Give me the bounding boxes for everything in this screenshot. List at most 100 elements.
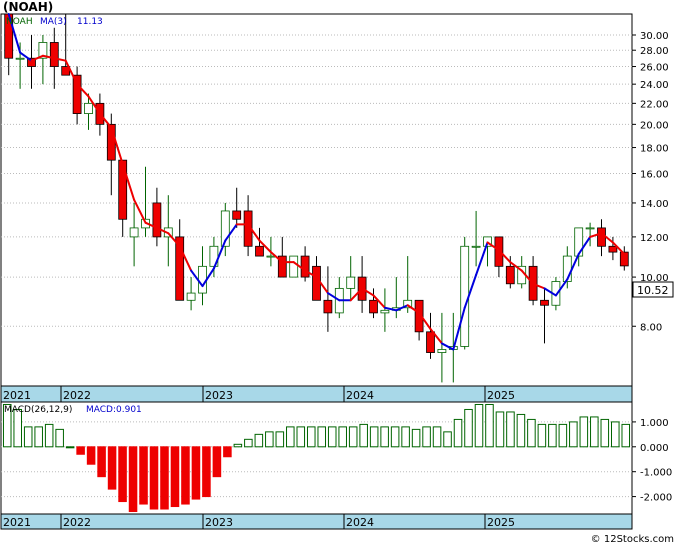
- candle-down: [426, 331, 435, 353]
- macd-bar-negative: [191, 446, 201, 500]
- macd-bar-negative: [86, 446, 96, 465]
- candle-down: [608, 245, 618, 253]
- macd-bar-positive: [44, 423, 54, 448]
- macd-bar-positive: [579, 416, 589, 448]
- candle-up: [289, 255, 299, 278]
- macd-bar-positive: [380, 426, 389, 448]
- macd-bar-positive: [55, 428, 64, 448]
- macd-bar-positive: [474, 403, 484, 448]
- price-tick-label: 18.00: [640, 144, 669, 155]
- macd-bar-positive: [464, 408, 473, 448]
- candle-up: [84, 102, 93, 114]
- candle-down: [72, 74, 82, 114]
- macd-bar-positive: [558, 423, 568, 448]
- candle-up: [460, 245, 470, 347]
- site-credit: © 12Stocks.com: [590, 534, 674, 545]
- macd-bar-positive: [317, 426, 327, 448]
- candle-down: [118, 159, 128, 220]
- price-tick-label: 22.00: [640, 99, 669, 110]
- macd-bar-positive: [537, 423, 547, 448]
- candle-up: [15, 57, 25, 60]
- price-tick-label: 28.00: [640, 46, 669, 57]
- candle-up: [346, 276, 356, 289]
- macd-bar-positive: [590, 416, 599, 448]
- macd-bar-positive: [516, 413, 526, 448]
- macd-panel-frame: [0, 401, 633, 515]
- macd-date-label: 2022: [63, 516, 91, 529]
- macd-bar-positive: [296, 426, 306, 448]
- macd-date-band: [0, 513, 633, 530]
- macd-date-label: 2024: [346, 516, 374, 529]
- price-tick-label: 24.00: [640, 80, 669, 91]
- macd-tick-label: -2.000: [640, 493, 672, 504]
- macd-bar-positive: [359, 423, 368, 448]
- macd-bar-negative: [170, 446, 180, 508]
- macd-bar-positive: [548, 423, 557, 448]
- macd-date-label: 2021: [3, 516, 31, 529]
- candle-up: [437, 349, 447, 353]
- macd-bar-positive: [65, 446, 75, 449]
- candle-up: [380, 309, 390, 314]
- macd-bar-positive: [495, 411, 505, 448]
- macd-bar-negative: [107, 446, 117, 490]
- macd-bar-negative: [212, 446, 222, 478]
- price-date-label: 2024: [346, 389, 374, 402]
- macd-bar-positive: [265, 431, 274, 448]
- macd-bar-positive: [443, 431, 452, 448]
- price-tick-label: 16.00: [640, 170, 669, 181]
- macd-bar-negative: [149, 446, 159, 510]
- stock-chart: 8.0010.0012.0014.0016.0018.0020.0022.002…: [0, 13, 674, 530]
- candle-down: [49, 42, 59, 67]
- macd-bar-positive: [275, 431, 285, 448]
- macd-bar-positive: [411, 428, 421, 448]
- macd-bar-negative: [128, 446, 138, 513]
- candle-down: [597, 227, 606, 247]
- candle-down: [494, 236, 504, 267]
- last-price-label: 10.52: [637, 284, 669, 297]
- price-tick-label: 12.00: [640, 233, 669, 244]
- candle-down: [323, 299, 333, 314]
- price-legend-ma-value: 11.13: [77, 17, 103, 27]
- macd-bar-positive: [569, 421, 578, 448]
- candle-up: [186, 292, 196, 301]
- macd-date-label: 2025: [487, 516, 515, 529]
- macd-bar-negative: [76, 446, 85, 455]
- price-tick-label: 14.00: [640, 199, 669, 210]
- macd-bar-positive: [611, 421, 620, 448]
- candle-down: [505, 265, 515, 285]
- macd-bar-positive: [527, 418, 536, 448]
- candle-up: [585, 227, 595, 230]
- price-date-label: 2021: [3, 389, 31, 402]
- macd-tick-label: -1.000: [640, 468, 672, 479]
- macd-bar-positive: [401, 426, 410, 448]
- macd-bar-positive: [23, 426, 33, 448]
- macd-bar-positive: [338, 426, 347, 448]
- candle-down: [312, 265, 321, 301]
- macd-bar-positive: [390, 426, 400, 448]
- macd-bar-negative: [97, 446, 106, 478]
- candle-down: [152, 202, 162, 238]
- candle-down: [540, 299, 549, 306]
- candle-down: [255, 245, 264, 257]
- macd-bar-positive: [13, 408, 22, 448]
- macd-bar-negative: [202, 446, 211, 498]
- macd-date-label: 2023: [205, 516, 233, 529]
- macd-bar-positive: [306, 426, 316, 448]
- macd-bar-positive: [286, 426, 295, 448]
- candle-up: [129, 227, 139, 238]
- macd-bar-positive: [244, 438, 253, 448]
- price-tick-label: 26.00: [640, 63, 669, 74]
- candle-up: [574, 227, 584, 257]
- macd-bar-positive: [34, 426, 43, 448]
- macd-tick-label: 0.000: [640, 443, 669, 454]
- price-date-label: 2023: [205, 389, 233, 402]
- macd-legend-value: MACD:0.901: [86, 405, 142, 415]
- candle-up: [198, 265, 207, 294]
- price-tick-label: 30.00: [640, 31, 669, 42]
- price-tick-label: 20.00: [640, 120, 669, 131]
- candle-down: [300, 255, 310, 278]
- price-tick-label: 8.00: [640, 322, 662, 333]
- macd-bar-positive: [233, 443, 243, 448]
- macd-bar-positive: [348, 426, 358, 448]
- macd-bar-positive: [453, 418, 463, 448]
